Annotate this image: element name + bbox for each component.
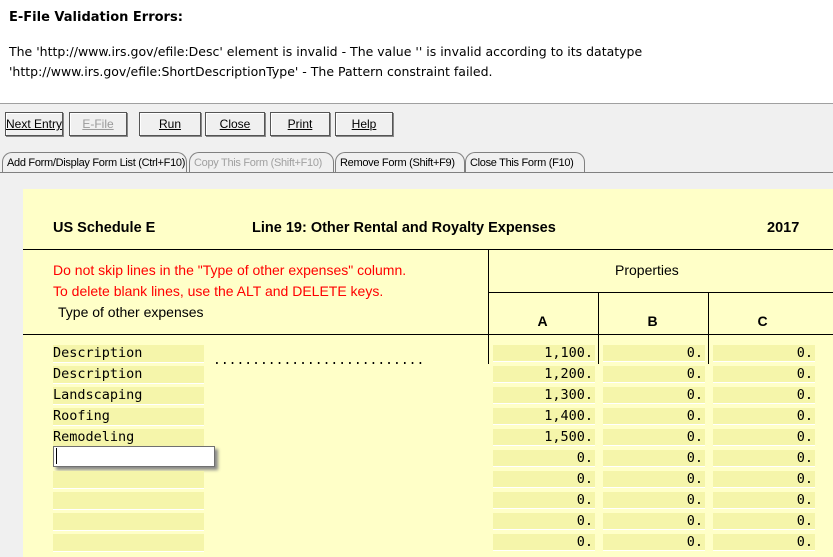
amount-b-10[interactable]: 0. xyxy=(603,534,705,551)
warning-line-1: Do not skip lines in the "Type of other … xyxy=(53,262,407,278)
column-header-divider xyxy=(23,334,833,335)
error-title: E-File Validation Errors: xyxy=(9,10,183,25)
amount-c-4[interactable]: 0. xyxy=(713,408,815,425)
form-area: US Schedule E Line 19: Other Rental and … xyxy=(0,172,833,557)
amount-a-2[interactable]: 1,200. xyxy=(493,366,595,383)
amount-a-8[interactable]: 0. xyxy=(493,492,595,509)
toolbar: Next Entry E-File Run Close Print Help xyxy=(0,103,833,148)
amount-a-4[interactable]: 1,400. xyxy=(493,408,595,425)
amount-a-5[interactable]: 1,500. xyxy=(493,429,595,446)
error-message-line-1: The 'http://www.irs.gov/efile:Desc' elem… xyxy=(9,44,643,59)
amount-c-3[interactable]: 0. xyxy=(713,387,815,404)
expense-type-input-4[interactable]: Roofing xyxy=(53,408,204,426)
error-message-line-2: 'http://www.irs.gov/efile:ShortDescripti… xyxy=(9,64,493,79)
tab-add-form[interactable]: Add Form/Display Form List (Ctrl+F10) xyxy=(2,152,187,172)
expense-type-input-2[interactable]: Description xyxy=(53,366,204,384)
amount-b-4[interactable]: 0. xyxy=(603,408,705,425)
tab-close-form[interactable]: Close This Form (F10) xyxy=(465,152,585,172)
column-a-header: A xyxy=(537,313,548,329)
expense-type-input-3[interactable]: Landscaping xyxy=(53,387,204,405)
next-entry-button[interactable]: Next Entry xyxy=(5,112,63,136)
expense-type-input-1[interactable]: Description xyxy=(53,345,204,363)
text-cursor xyxy=(56,448,57,464)
amount-b-6[interactable]: 0. xyxy=(603,450,705,467)
run-button[interactable]: Run xyxy=(139,112,201,136)
efile-button[interactable]: E-File xyxy=(69,112,127,136)
amount-c-8[interactable]: 0. xyxy=(713,492,815,509)
amount-a-7[interactable]: 0. xyxy=(493,471,595,488)
amount-c-1[interactable]: 0. xyxy=(713,345,815,362)
expense-type-input-8[interactable] xyxy=(53,492,204,510)
amount-a-1[interactable]: 1,100. xyxy=(493,345,595,362)
amount-c-10[interactable]: 0. xyxy=(713,534,815,551)
column-b-header: B xyxy=(647,313,658,329)
col-divider-a xyxy=(488,249,489,364)
amount-a-10[interactable]: 0. xyxy=(493,534,595,551)
amount-a-3[interactable]: 1,300. xyxy=(493,387,595,404)
expense-type-input-10[interactable] xyxy=(53,534,204,552)
warning-line-2: To delete blank lines, use the ALT and D… xyxy=(53,283,384,299)
tab-remove-form[interactable]: Remove Form (Shift+F9) xyxy=(335,152,465,172)
amount-c-7[interactable]: 0. xyxy=(713,471,815,488)
expense-type-input-5[interactable]: Remodeling xyxy=(53,429,204,447)
schedule-title: US Schedule E xyxy=(53,220,156,236)
amount-b-9[interactable]: 0. xyxy=(603,513,705,530)
amount-b-2[interactable]: 0. xyxy=(603,366,705,383)
type-of-expenses-header: Type of other expenses xyxy=(58,304,204,320)
tab-copy-form[interactable]: Copy This Form (Shift+F10) xyxy=(189,152,334,172)
efile-error-panel: E-File Validation Errors: The 'http://ww… xyxy=(0,0,833,103)
leader-dots: ........................... xyxy=(213,353,425,368)
line-title: Line 19: Other Rental and Royalty Expens… xyxy=(252,220,556,236)
help-button[interactable]: Help xyxy=(335,112,393,136)
form-tabs: Add Form/Display Form List (Ctrl+F10) Co… xyxy=(0,147,833,172)
amount-a-9[interactable]: 0. xyxy=(493,513,595,530)
expense-type-input-6-active[interactable] xyxy=(53,446,215,467)
amount-c-5[interactable]: 0. xyxy=(713,429,815,446)
amount-a-6[interactable]: 0. xyxy=(493,450,595,467)
schedule-e-form: US Schedule E Line 19: Other Rental and … xyxy=(23,189,833,557)
properties-header: Properties xyxy=(615,262,679,278)
amount-b-5[interactable]: 0. xyxy=(603,429,705,446)
tax-year: 2017 xyxy=(767,220,800,236)
expense-type-input-7[interactable] xyxy=(53,471,204,489)
expense-type-input-9[interactable] xyxy=(53,513,204,531)
header-divider xyxy=(23,249,833,250)
amount-c-2[interactable]: 0. xyxy=(713,366,815,383)
properties-divider xyxy=(488,292,833,293)
column-c-header: C xyxy=(757,313,768,329)
close-button[interactable]: Close xyxy=(205,112,265,136)
amount-b-1[interactable]: 0. xyxy=(603,345,705,362)
print-button[interactable]: Print xyxy=(270,112,330,136)
amount-b-3[interactable]: 0. xyxy=(603,387,705,404)
amount-c-6[interactable]: 0. xyxy=(713,450,815,467)
amount-b-8[interactable]: 0. xyxy=(603,492,705,509)
amount-c-9[interactable]: 0. xyxy=(713,513,815,530)
amount-b-7[interactable]: 0. xyxy=(603,471,705,488)
